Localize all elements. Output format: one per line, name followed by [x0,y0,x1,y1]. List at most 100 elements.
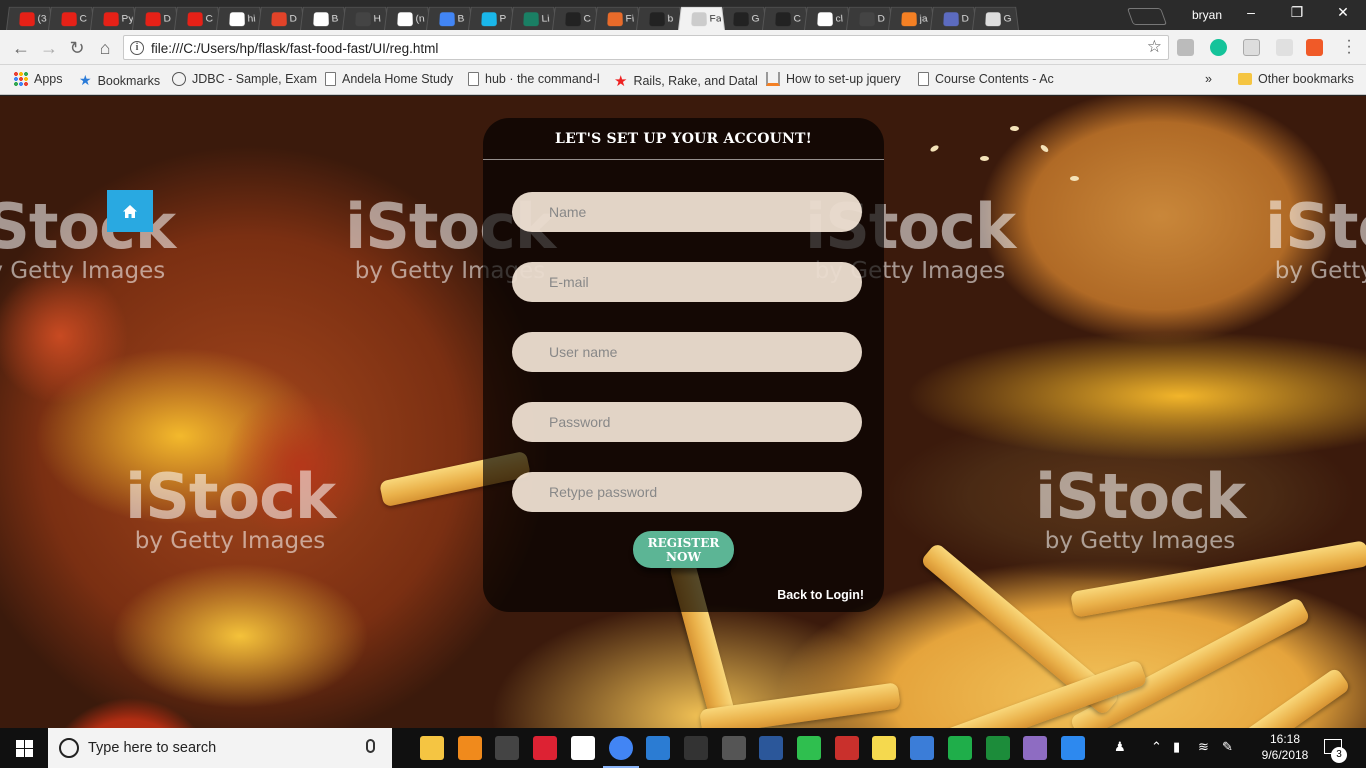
stackoverflow-icon [901,12,917,27]
battery-icon[interactable]: ▮ [1173,739,1180,755]
registration-card: LET'S SET UP YOUR ACCOUNT! REGISTER NOW … [483,118,884,612]
close-window-button[interactable]: ✕ [1320,4,1366,21]
system-clock[interactable]: 16:18 9/6/2018 [1258,731,1312,763]
filezilla-icon[interactable] [834,736,859,760]
browser-tab[interactable]: P [468,6,515,30]
browser-tab[interactable]: H [342,6,389,30]
browser-toolbar: ← → ↻ ⌂ i file:///C:/Users/hp/flask/fast… [0,30,1366,65]
tray-overflow-icon[interactable]: ⌃ [1151,739,1162,755]
browser-tab[interactable]: (3 [6,6,53,30]
browser-tab[interactable]: Li [510,6,557,30]
refresh-app-icon[interactable] [797,736,821,760]
browser-tab[interactable]: Py [90,6,137,30]
retype-password-input[interactable] [512,472,862,512]
browser-tab[interactable]: C [552,6,599,30]
other-bookmarks[interactable]: Other bookmarks [1238,72,1354,86]
email-input[interactable] [512,262,862,302]
grammarly-icon[interactable] [1210,39,1227,56]
terminal-icon[interactable] [495,736,520,760]
forward-icon[interactable]: → [37,36,61,60]
browser-tab[interactable]: (n [384,6,431,30]
bookmarks-overflow-button[interactable]: » [1205,72,1212,86]
browser-tab[interactable]: ja [888,6,935,30]
bookmark-jquery[interactable]: How to set-up jquery [766,72,901,86]
wifi-icon[interactable]: ≋ [1198,739,1209,755]
back-icon[interactable]: ← [9,36,33,60]
browser-tab[interactable]: D [132,6,179,30]
pen-icon[interactable]: ✎ [1222,739,1233,755]
chrome-icon[interactable] [602,736,639,768]
username-input[interactable] [512,332,862,372]
browser-tab[interactable]: Fa [678,6,725,30]
maximize-button[interactable]: ❐ [1274,4,1320,21]
todoist-icon[interactable] [1306,39,1323,56]
browser-tab[interactable]: G [972,6,1019,30]
bookmark-hub[interactable]: hub · the command-l [468,72,600,86]
browser-tab[interactable]: D [930,6,977,30]
browser-tab[interactable]: D [258,6,305,30]
vlc-icon[interactable] [457,736,482,760]
paint-icon[interactable] [1023,736,1048,760]
home-button[interactable] [107,190,153,232]
gear-icon [607,12,623,27]
back-to-login-link[interactable]: Back to Login! [777,588,864,602]
microphone-icon[interactable] [366,739,375,753]
register-button[interactable]: REGISTER NOW [633,531,734,568]
notes-icon[interactable] [570,736,595,760]
url-text[interactable]: file:///C:/Users/hp/flask/fast-food-fast… [151,41,438,56]
browser-tab[interactable]: cl [804,6,851,30]
minimize-button[interactable]: – [1228,4,1274,20]
vscode-icon[interactable] [646,736,671,760]
reader-icon[interactable] [1243,39,1260,56]
browser-tab[interactable]: B [426,6,473,30]
name-input[interactable] [512,192,862,232]
browser-tab[interactable]: C [762,6,809,30]
browser-tab[interactable]: hi [216,6,263,30]
people-icon[interactable]: ♟ [1114,739,1126,755]
browser-tab[interactable]: G [720,6,767,30]
bookmark-rails[interactable]: ★ Rails, Rake, and Datal [614,72,758,90]
slack-icon[interactable] [721,736,746,760]
clock-date: 9/6/2018 [1261,748,1309,762]
address-bar[interactable]: i file:///C:/Users/hp/flask/fast-food-fa… [123,35,1169,60]
plus-app-icon[interactable] [985,736,1010,760]
new-tab-button[interactable] [1126,8,1168,25]
vimeo-icon [481,12,497,27]
sesame-decor [1039,143,1050,154]
bookmark-apps[interactable]: Apps [14,72,63,86]
browser-tab[interactable]: b [636,6,683,30]
cast-icon[interactable] [1177,39,1194,56]
home-browser-icon[interactable]: ⌂ [93,36,117,60]
menu-icon[interactable]: · · · [1344,33,1354,61]
bookmark-jdbc[interactable]: JDBC - Sample, Exam [172,72,317,86]
start-button[interactable] [0,728,48,768]
bookmark-bookmarks[interactable]: ★ Bookmarks [79,72,160,89]
file-explorer-icon[interactable] [420,736,444,760]
browser-tab[interactable]: C [48,6,95,30]
password-input[interactable] [512,402,862,442]
bookmark-andela[interactable]: Andela Home Study [325,72,453,86]
gmail-icon [397,12,413,27]
reload-icon[interactable]: ↻ [65,36,89,60]
profile-name[interactable]: bryan [1192,8,1222,22]
browser-tab[interactable]: C [174,6,221,30]
browser-tab[interactable]: B [300,6,347,30]
help-icon[interactable] [1060,736,1085,760]
terminal-icon[interactable] [683,736,708,760]
tab-title: G [1003,13,1013,25]
word-icon[interactable] [759,736,784,760]
bookmark-course[interactable]: Course Contents - Ac [918,72,1054,86]
remote-desktop-icon[interactable] [910,736,935,760]
bowling-app-icon[interactable] [533,736,558,760]
browser-tab[interactable]: D [846,6,893,30]
taskbar-search[interactable]: Type here to search [48,728,392,768]
google-icon [229,12,245,27]
green-circle-icon[interactable] [947,736,972,760]
extension-icon[interactable] [1276,39,1293,56]
browser-tab[interactable]: Fi [594,6,641,30]
youtube-icon [145,12,161,27]
bookmark-star-icon[interactable]: ☆ [1147,37,1162,57]
tab-title: Py [121,13,134,25]
info-icon[interactable]: i [130,41,144,55]
emoji-icon[interactable] [872,736,897,760]
